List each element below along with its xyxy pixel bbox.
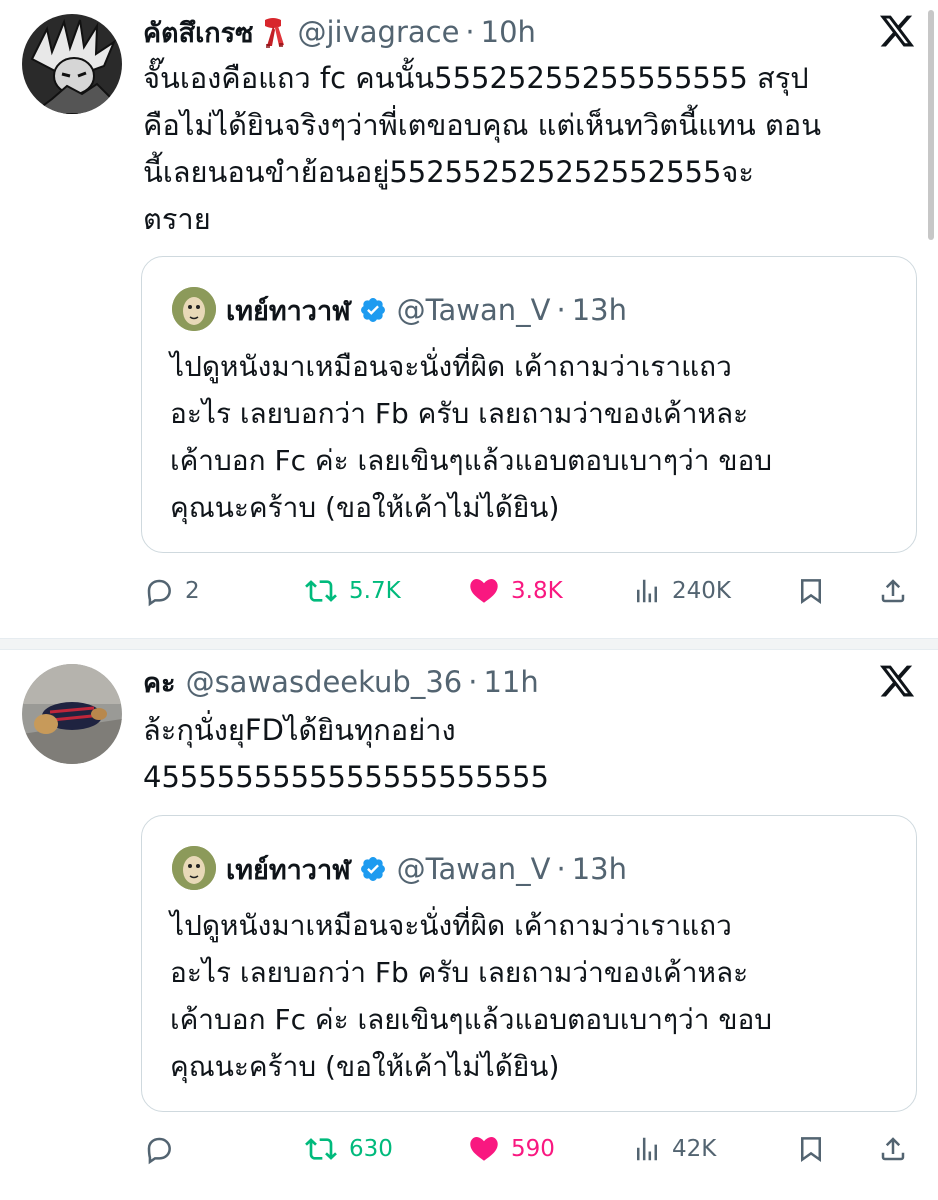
quoted-avatar[interactable] bbox=[172, 846, 216, 890]
retweet-count: 5.7K bbox=[349, 578, 401, 604]
tweet-text-line: 4555555555555555555555 bbox=[143, 760, 549, 794]
tweet-text: ล้ะกุนั่งยุFDได้ยินทุกอย่าง 455555555555… bbox=[143, 707, 913, 801]
separator-dot: · bbox=[556, 852, 566, 886]
quoted-handle[interactable]: @Tawan_V bbox=[397, 852, 551, 886]
tweet-2[interactable]: คะ @sawasdeekub_36 · 11h ล้ะกุนั่งยุFDได… bbox=[0, 650, 938, 1200]
reply-count: 2 bbox=[185, 578, 200, 604]
tweet-text-line: คือไม่ได้ยินจริงๆว่าพี่เตขอบคุณ แต่เห็นท… bbox=[143, 108, 822, 142]
quoted-text-line: ไปดูหนังมาเหมือนจะนั่งที่ผิด เค้าถามว่าเ… bbox=[170, 350, 732, 383]
quoted-avatar[interactable] bbox=[172, 287, 216, 331]
avatar[interactable] bbox=[22, 14, 122, 114]
user-handle[interactable]: @jivagrace bbox=[297, 15, 459, 49]
like-count: 590 bbox=[511, 1136, 555, 1162]
views-button[interactable]: 240K bbox=[632, 569, 731, 613]
retweet-icon bbox=[305, 580, 337, 602]
display-name[interactable]: คะ bbox=[143, 661, 176, 704]
retweet-icon bbox=[305, 1138, 337, 1160]
bookmark-button[interactable] bbox=[796, 1127, 826, 1171]
heart-icon bbox=[470, 1137, 498, 1161]
tweet-header: คัตสึเกรซ @jivagrace · 10h bbox=[143, 12, 536, 52]
quoted-header: เทย์ทาวาฬ @Tawan_V · 13h bbox=[226, 849, 627, 889]
views-button[interactable]: 42K bbox=[632, 1127, 716, 1171]
timestamp[interactable]: 10h bbox=[481, 15, 536, 49]
tweet-actions: 2 5.7K 3.8K 240K bbox=[0, 569, 938, 613]
bookmark-icon bbox=[801, 579, 821, 605]
avatar[interactable] bbox=[22, 664, 122, 764]
views-icon bbox=[637, 579, 657, 603]
views-icon bbox=[637, 1137, 657, 1161]
tweet-1[interactable]: คัตสึเกรซ @jivagrace · 10h จั๊นเองคือแถว… bbox=[0, 0, 938, 638]
share-icon bbox=[881, 1137, 905, 1161]
quoted-text-line: เค้าบอก Fc ค่ะ เลยเขินๆแล้วแอบตอบเบาๆว่า… bbox=[170, 1003, 773, 1036]
retweet-button[interactable]: 5.7K bbox=[303, 569, 401, 613]
scrollbar[interactable] bbox=[928, 10, 934, 240]
retweet-button[interactable]: 630 bbox=[303, 1127, 393, 1171]
tweet-text-line: ตราย bbox=[143, 202, 211, 236]
quoted-text-line: คุณนะคร้าบ (ขอให้เค้าไม่ได้ยิน) bbox=[170, 491, 560, 524]
tweet-actions: 630 590 42K bbox=[0, 1127, 938, 1171]
user-handle[interactable]: @sawasdeekub_36 bbox=[186, 665, 463, 699]
display-name[interactable]: คัตสึเกรซ bbox=[143, 11, 253, 54]
share-icon bbox=[881, 579, 905, 603]
verified-badge-icon bbox=[359, 296, 387, 324]
quoted-tweet[interactable]: เทย์ทาวาฬ @Tawan_V · 13h ไปดูหนังมาเหมือ… bbox=[141, 256, 917, 553]
reply-icon bbox=[147, 579, 171, 607]
quoted-text-line: เค้าบอก Fc ค่ะ เลยเขินๆแล้วแอบตอบเบาๆว่า… bbox=[170, 444, 773, 477]
quoted-display-name[interactable]: เทย์ทาวาฬ bbox=[226, 848, 351, 891]
scarf-emoji-icon bbox=[259, 16, 287, 48]
quoted-text-line: อะไร เลยบอกว่า Fb ครับ เลยถามว่าของเค้าห… bbox=[170, 956, 749, 989]
quoted-display-name[interactable]: เทย์ทาวาฬ bbox=[226, 289, 351, 332]
quoted-handle[interactable]: @Tawan_V bbox=[397, 293, 551, 327]
quoted-tweet[interactable]: เทย์ทาวาฬ @Tawan_V · 13h ไปดูหนังมาเหมือ… bbox=[141, 815, 917, 1112]
quoted-text-line: อะไร เลยบอกว่า Fb ครับ เลยถามว่าของเค้าห… bbox=[170, 397, 749, 430]
quoted-text-line: ไปดูหนังมาเหมือนจะนั่งที่ผิด เค้าถามว่าเ… bbox=[170, 909, 732, 942]
quoted-timestamp[interactable]: 13h bbox=[572, 293, 627, 327]
retweet-count: 630 bbox=[349, 1136, 393, 1162]
bookmark-icon bbox=[801, 1137, 821, 1163]
x-logo-icon bbox=[878, 662, 916, 700]
share-button[interactable] bbox=[878, 1127, 908, 1171]
tweet-text-line: จั๊นเองคือแถว fc คนนั้น55525255255555555… bbox=[143, 61, 809, 95]
reply-button[interactable]: 2 bbox=[143, 569, 200, 613]
heart-icon bbox=[470, 579, 498, 603]
timestamp[interactable]: 11h bbox=[483, 665, 538, 699]
like-count: 3.8K bbox=[511, 578, 563, 604]
separator-dot: · bbox=[556, 293, 566, 327]
separator-dot: · bbox=[468, 665, 478, 699]
like-button[interactable]: 590 bbox=[467, 1127, 555, 1171]
quoted-text: ไปดูหนังมาเหมือนจะนั่งที่ผิด เค้าถามว่าเ… bbox=[170, 343, 910, 531]
tweet-separator bbox=[0, 638, 938, 650]
quoted-header: เทย์ทาวาฬ @Tawan_V · 13h bbox=[226, 290, 627, 330]
quoted-text: ไปดูหนังมาเหมือนจะนั่งที่ผิด เค้าถามว่าเ… bbox=[170, 902, 910, 1090]
separator-dot: · bbox=[465, 15, 475, 49]
verified-badge-icon bbox=[359, 855, 387, 883]
views-count: 240K bbox=[672, 578, 731, 604]
views-count: 42K bbox=[672, 1136, 717, 1162]
share-button[interactable] bbox=[878, 569, 908, 613]
tweet-text-line: นี้เลยนอนขำย้อนอยู่552552525252552555จะ bbox=[143, 155, 754, 189]
reply-button[interactable] bbox=[143, 1127, 185, 1171]
tweet-text: จั๊นเองคือแถว fc คนนั้น55525255255555555… bbox=[143, 55, 913, 243]
tweet-text-line: ล้ะกุนั่งยุFDได้ยินทุกอย่าง bbox=[143, 713, 456, 747]
x-logo-icon bbox=[878, 12, 916, 50]
like-button[interactable]: 3.8K bbox=[467, 569, 563, 613]
reply-icon bbox=[147, 1137, 171, 1165]
quoted-text-line: คุณนะคร้าบ (ขอให้เค้าไม่ได้ยิน) bbox=[170, 1050, 560, 1083]
quoted-timestamp[interactable]: 13h bbox=[572, 852, 627, 886]
tweet-header: คะ @sawasdeekub_36 · 11h bbox=[143, 662, 539, 702]
bookmark-button[interactable] bbox=[796, 569, 826, 613]
